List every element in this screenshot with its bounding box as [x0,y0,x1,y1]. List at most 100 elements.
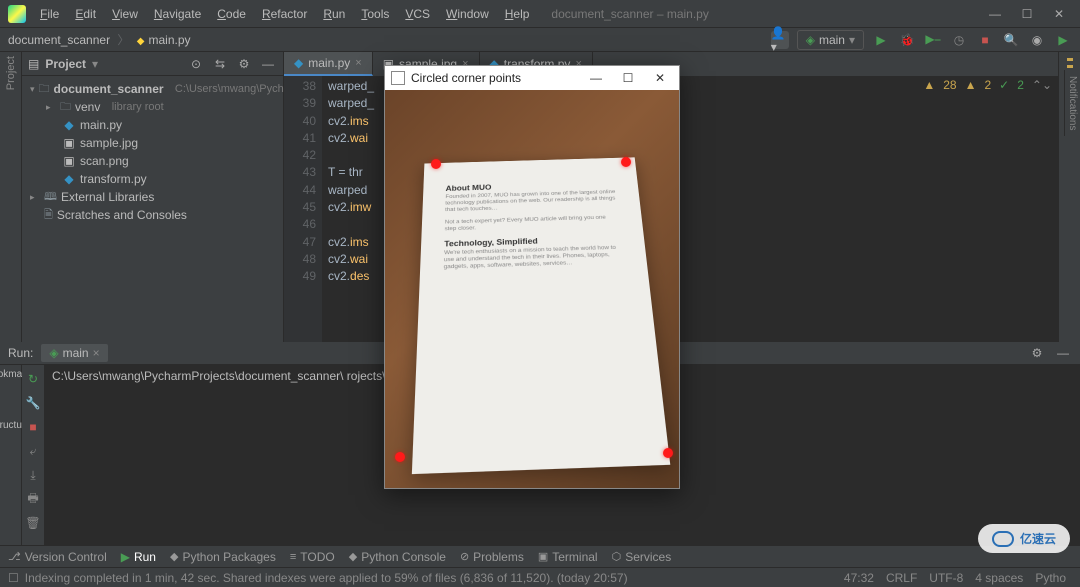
corner-dot-icon [395,452,405,462]
settings-icon[interactable]: ◉ [1028,31,1046,49]
status-tool-window-icon[interactable]: ☐ [8,571,19,585]
tree-external-libs[interactable]: ▸ 🕮 External Libraries [22,188,283,206]
maximize-icon[interactable]: ☐ [615,71,641,85]
watermark-text: 亿速云 [1020,530,1056,547]
tab-main-py[interactable]: ◆main.py× [284,52,373,76]
menu-navigate[interactable]: Navigate [148,3,207,25]
main-menu: File Edit View Navigate Code Refactor Ru… [34,3,535,25]
chevron-down-icon[interactable]: ▾ [92,57,98,71]
status-indent[interactable]: 4 spaces [969,571,1029,585]
notifications-tool-tab[interactable]: Notifications [1064,70,1080,136]
menu-window[interactable]: Window [440,3,495,25]
image-file-icon: ▣ [62,136,76,150]
menu-edit[interactable]: Edit [69,3,102,25]
chevron-right-icon: ▸ [30,192,40,203]
debug-icon[interactable]: 🐞 [898,31,916,49]
run-config-selector[interactable]: ◈ main ▾ [797,30,864,50]
python-file-icon: ◆ [62,118,76,132]
close-icon[interactable]: ✕ [1050,5,1068,23]
breadcrumb[interactable]: document_scanner 〉 ◆main.py [8,31,191,48]
search-everywhere-icon[interactable]: 🔍 [1002,31,1020,49]
project-tree[interactable]: ▾ 🗀 document_scanner C:\Users\mwang\Pych… [22,76,283,228]
menu-refactor[interactable]: Refactor [256,3,313,25]
menu-run[interactable]: Run [317,3,351,25]
code-with-me-icon[interactable]: 👤▾ [771,31,789,49]
tree-label: Scratches and Consoles [57,208,187,222]
hide-panel-icon[interactable]: — [1054,344,1072,362]
tree-root[interactable]: ▾ 🗀 document_scanner C:\Users\mwang\Pych… [22,80,283,98]
clear-icon[interactable]: 🗑 [25,515,41,531]
status-caret-pos[interactable]: 47:32 [838,571,880,585]
status-message: Indexing completed in 1 min, 42 sec. Sha… [19,571,634,585]
tool-tab-todo[interactable]: ≡ TODO [290,550,335,564]
tree-file[interactable]: ▣scan.png [22,152,283,170]
status-encoding[interactable]: UTF-8 [923,571,969,585]
close-icon[interactable]: ✕ [647,71,673,85]
profile-icon[interactable]: ◷ [950,31,968,49]
run-tab-main[interactable]: ◈main× [41,344,107,362]
maximize-icon[interactable]: ☐ [1018,5,1036,23]
status-line-separator[interactable]: CRLF [880,571,923,585]
tool-tab-problems[interactable]: ⊘ Problems [460,550,524,564]
corner-dot-icon [431,159,441,169]
tree-file[interactable]: ▣sample.jpg [22,134,283,152]
soft-wrap-icon[interactable]: ⤶ [25,443,41,459]
chevron-right-icon: ▸ [46,102,56,113]
project-panel-title: Project [45,57,86,71]
panel-settings-icon[interactable]: ⚙ [235,55,253,73]
tree-file[interactable]: ◆transform.py [22,170,283,188]
tree-scratches[interactable]: 🗎 Scratches and Consoles [22,206,283,224]
tree-label: External Libraries [61,190,154,204]
run-anything-icon[interactable]: ▶ [1054,31,1072,49]
cv-window-titlebar[interactable]: Circled corner points — ☐ ✕ [385,66,679,90]
menu-code[interactable]: Code [211,3,252,25]
left-tool-stripe: Project [0,52,22,342]
inspection-widget[interactable]: ▲28 ▲2 ✓2 ⌃⌄ [923,78,1052,92]
menu-tools[interactable]: Tools [355,3,395,25]
rerun-icon[interactable]: ↻ [25,371,41,387]
stop-icon[interactable]: ■ [976,31,994,49]
tool-tab-python-console[interactable]: ◆ Python Console [349,550,446,564]
tool-tab-terminal[interactable]: ▣ Terminal [538,550,598,564]
breadcrumb-project[interactable]: document_scanner [8,33,110,47]
close-icon[interactable]: × [355,57,361,69]
menu-file[interactable]: File [34,3,65,25]
hide-panel-icon[interactable]: — [259,55,277,73]
menu-help[interactable]: Help [499,3,536,25]
close-icon[interactable]: × [93,346,100,360]
tree-venv[interactable]: ▸ 🗀 venv library root [22,98,283,116]
menu-vcs[interactable]: VCS [399,3,436,25]
minimize-icon[interactable]: — [583,71,609,85]
warning-icon: ▲ [923,78,935,92]
cv-window[interactable]: Circled corner points — ☐ ✕ About MUO Fo… [384,65,680,489]
tool-tab-label: Run [134,550,156,564]
scroll-to-end-icon[interactable]: ⤓ [25,467,41,483]
wrench-icon[interactable]: 🔧 [25,395,41,411]
tree-file[interactable]: ◆main.py [22,116,283,134]
expand-all-icon[interactable]: ⇆ [211,55,229,73]
tab-label: main.py [308,56,350,70]
project-tool-tab[interactable]: Project [5,56,17,90]
tool-tab-python-packages[interactable]: ◆ Python Packages [170,550,276,564]
run-icon[interactable]: ▶ [872,31,890,49]
cv-image-viewport: About MUO Founded in 2007, MUO has grown… [385,90,679,488]
select-opened-file-icon[interactable]: ⊙ [187,55,205,73]
tree-hint: library root [112,101,164,113]
chevron-up-down-icon[interactable]: ⌃⌄ [1032,78,1052,92]
project-view-icon[interactable]: ▤ [28,57,39,71]
tree-root-label: document_scanner [54,82,164,96]
breadcrumb-file[interactable]: main.py [148,33,190,47]
project-panel-header: ▤ Project ▾ ⊙ ⇆ ⚙ — [22,52,283,76]
run-settings-icon[interactable]: ⚙ [1028,344,1046,362]
run-toolbar: ↻ 🔧 ■ ⤶ ⤓ 🖶 🗑 [22,365,44,545]
print-icon[interactable]: 🖶 [25,491,41,507]
stop-icon[interactable]: ■ [25,419,41,435]
tool-tab-services[interactable]: ⬡ Services [612,550,672,564]
status-interpreter[interactable]: Pytho [1029,571,1072,585]
coverage-icon[interactable]: ▶⎯ [924,31,942,49]
left-tool-stripe-bottom: Bookmarks Structure [0,365,22,545]
minimize-icon[interactable]: — [986,5,1004,23]
tool-tab-run[interactable]: ▶ Run [121,550,156,564]
menu-view[interactable]: View [106,3,144,25]
tool-tab-vcs[interactable]: ⎇ Version Control [8,550,107,564]
